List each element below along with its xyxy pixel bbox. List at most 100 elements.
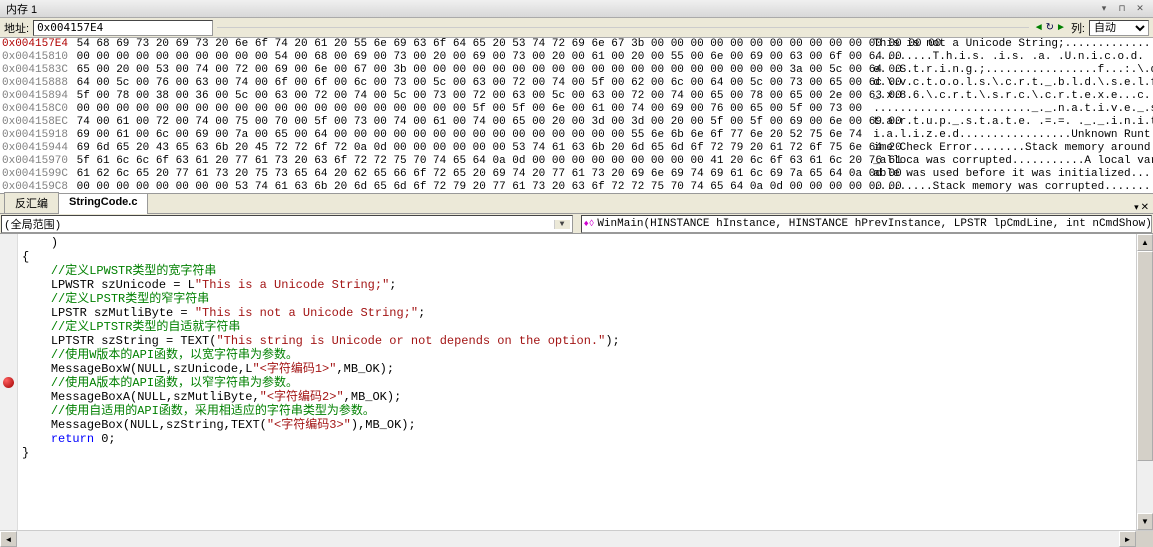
address-spacer [217, 27, 1029, 28]
hex-bytes: 00 00 00 00 00 00 00 00 53 74 61 63 6b 2… [70, 181, 860, 194]
address-bar: 地址: ◄ ↻ ► 列: 自动 [0, 18, 1153, 38]
hex-ascii: able was used before it was initialized.… [860, 168, 1153, 181]
hex-ascii: e. .S.t.r.i.n.g.;.................f...:.… [860, 64, 1153, 77]
scroll-right-icon[interactable]: ► [1119, 531, 1136, 547]
hex-row[interactable]: 0x00415944 69 6d 65 20 43 65 63 6b 20 45… [2, 142, 1151, 155]
code-line: //定义LPSTR类型的窄字符串 [22, 292, 1132, 306]
memory-window: 内存 1 ▾ ⊓ ✕ 地址: ◄ ↻ ► 列: 自动 0x004157E4 54… [0, 0, 1153, 547]
hex-ascii: _.x.8.6.\.c.r.t.\.s.r.c.\.c.r.t.e.x.e...… [860, 90, 1153, 103]
hex-ascii: d.\.v.c.t.o.o.l.s.\.c.r.t._.b.l.d.\.s.e.… [860, 77, 1153, 90]
scroll-corner [1136, 531, 1153, 547]
code-text[interactable]: ){ //定义LPWSTR类型的宽字符串 LPWSTR szUnicode = … [18, 234, 1136, 530]
hex-row[interactable]: 0x004157E4 54 68 69 73 20 69 73 20 6e 6f… [2, 38, 1151, 51]
hex-bytes: 00 00 00 00 00 00 00 00 00 00 00 00 00 0… [70, 103, 860, 116]
code-line: ) [22, 236, 1132, 250]
scroll-thumb[interactable] [1137, 251, 1153, 461]
hex-row[interactable]: 0x004158C0 00 00 00 00 00 00 00 00 00 00… [2, 103, 1151, 116]
refresh-icon[interactable]: ↻ [1045, 22, 1055, 33]
tab-close-icon[interactable]: ✕ [1141, 202, 1149, 213]
tab-controls: ▾ ✕ [1134, 202, 1153, 213]
scope-row: (全局范围) ▼ ♦⁠◊ WinMain(HINSTANCE hInstance… [0, 214, 1153, 234]
close-icon[interactable]: ✕ [1133, 3, 1147, 15]
code-gutter[interactable] [0, 234, 18, 530]
code-line: MessageBox(NULL,szString,TEXT("<字符编码3>")… [22, 418, 1132, 432]
hex-bytes: 5f 61 6c 6c 6f 63 61 20 77 61 73 20 63 6… [70, 155, 860, 168]
hex-ascii: i.a.l.i.z.e.d.................Unknown Ru… [860, 129, 1151, 142]
hex-address: 0x00415970 [2, 155, 70, 168]
function-value: WinMain(HINSTANCE hInstance, HINSTANCE h… [597, 218, 1152, 230]
hex-row[interactable]: 0x00415894 5f 00 78 00 38 00 36 00 5c 00… [2, 90, 1151, 103]
hex-address: 0x00415888 [2, 77, 70, 90]
code-line: return 0; [22, 432, 1132, 446]
hex-row[interactable]: 0x004159C8 00 00 00 00 00 00 00 00 53 74… [2, 181, 1151, 194]
hex-ascii: _alloca was corrupted...........A local … [860, 155, 1153, 168]
hex-row[interactable]: 0x0041599C 61 62 6c 65 20 77 61 73 20 75… [2, 168, 1151, 181]
hex-bytes: 69 6d 65 20 43 65 63 6b 20 45 72 72 6f 7… [70, 142, 860, 155]
window-title: 内存 1 [6, 1, 37, 17]
code-line: //使用A版本的API函数，以窄字符串为参数。 [22, 376, 1132, 390]
hex-row[interactable]: 0x00415970 5f 61 6c 6c 6f 63 61 20 77 61… [2, 155, 1151, 168]
hex-address: 0x004158C0 [2, 103, 70, 116]
tab-stringcodec[interactable]: StringCode.c [58, 193, 148, 214]
tab-dropdown-icon[interactable]: ▾ [1134, 202, 1139, 213]
scroll-track[interactable] [1137, 251, 1153, 513]
function-bullet-icon: ♦⁠◊ [584, 219, 595, 229]
scroll-left-icon[interactable]: ◄ [0, 531, 17, 547]
code-line: { [22, 250, 1132, 264]
breakpoint-icon[interactable] [3, 377, 14, 388]
hex-ascii: ........................_._.n.a.t.i.v.e.… [860, 103, 1153, 116]
code-line: LPWSTR szUnicode = L"This is a Unicode S… [22, 278, 1132, 292]
code-line: LPSTR szMutliByte = "This is not a Unico… [22, 306, 1132, 320]
code-line: MessageBoxA(NULL,szMutliByte,"<字符编码2>",M… [22, 390, 1132, 404]
code-line: //使用W版本的API函数，以宽字符串为参数。 [22, 348, 1132, 362]
hex-ascii: ime Check Error........Stack memory arou… [860, 142, 1153, 155]
hex-ascii: .........T.h.i.s. .i.s. .a. .U.n.i.c.o.d… [860, 51, 1151, 64]
code-line: //使用自适用的API函数，采用相适应的字符串类型为参数。 [22, 404, 1132, 418]
code-line: MessageBoxW(NULL,szUnicode,L"<字符编码1>",MB… [22, 362, 1132, 376]
hex-bytes: 69 00 61 00 6c 00 69 00 7a 00 65 00 64 0… [70, 129, 860, 142]
tab-[interactable]: 反汇编 [4, 192, 59, 213]
hex-bytes: 00 00 00 00 00 00 00 00 00 00 54 00 68 0… [70, 51, 860, 64]
titlebar: 内存 1 ▾ ⊓ ✕ [0, 0, 1153, 18]
code-line: LPTSTR szString = TEXT("This string is U… [22, 334, 1132, 348]
code-line: //定义LPWSTR类型的宽字符串 [22, 264, 1132, 278]
code-line: //定义LPTSTR类型的自适就字符串 [22, 320, 1132, 334]
column-label: 列: [1071, 20, 1085, 36]
window-controls: ▾ ⊓ ✕ [1097, 3, 1147, 15]
hex-address: 0x00415894 [2, 90, 70, 103]
hex-address: 0x004157E4 [2, 38, 70, 51]
hex-bytes: 5f 00 78 00 38 00 36 00 5c 00 63 00 72 0… [70, 90, 860, 103]
hex-address: 0x00415810 [2, 51, 70, 64]
horizontal-scrollbar[interactable]: ◄ ► [0, 530, 1153, 547]
hex-row[interactable]: 0x00415888 64 00 5c 00 76 00 63 00 74 00… [2, 77, 1151, 90]
chevron-down-icon[interactable]: ▼ [554, 220, 570, 229]
hex-address: 0x004158EC [2, 116, 70, 129]
scroll-up-icon[interactable]: ▲ [1137, 234, 1153, 251]
hex-row[interactable]: 0x0041583C 65 00 20 00 53 00 74 00 72 00… [2, 64, 1151, 77]
address-label: 地址: [4, 20, 29, 36]
hex-ascii: .........Stack memory was corrupted.....… [860, 181, 1153, 194]
nav-back-icon[interactable]: ◄ [1033, 22, 1045, 33]
vertical-scrollbar[interactable]: ▲ ▼ [1136, 234, 1153, 530]
hex-bytes: 61 62 6c 65 20 77 61 73 20 75 73 65 64 2… [70, 168, 860, 181]
hex-dump-panel[interactable]: 0x004157E4 54 68 69 73 20 69 73 20 6e 6f… [0, 38, 1153, 194]
hex-row[interactable]: 0x004158EC 74 00 61 00 72 00 74 00 75 00… [2, 116, 1151, 129]
function-select[interactable]: ♦⁠◊ WinMain(HINSTANCE hInstance, HINSTAN… [581, 215, 1153, 233]
hex-address: 0x00415918 [2, 129, 70, 142]
dropdown-icon[interactable]: ▾ [1097, 3, 1111, 15]
scroll-down-icon[interactable]: ▼ [1137, 513, 1153, 530]
hex-bytes: 54 68 69 73 20 69 73 20 6e 6f 74 20 61 2… [70, 38, 860, 51]
hex-row[interactable]: 0x00415918 69 00 61 00 6c 00 69 00 7a 00… [2, 129, 1151, 142]
hex-row[interactable]: 0x00415810 00 00 00 00 00 00 00 00 00 00… [2, 51, 1151, 64]
address-input[interactable] [33, 20, 213, 36]
column-select[interactable]: 自动 [1089, 20, 1149, 36]
nav-forward-icon[interactable]: ► [1055, 22, 1067, 33]
hex-address: 0x0041599C [2, 168, 70, 181]
scope-select[interactable]: (全局范围) ▼ [1, 215, 573, 233]
hex-ascii: This is not a Unicode String;...........… [860, 38, 1153, 51]
scroll-track-h[interactable] [17, 531, 1119, 547]
scope-value: (全局范围) [4, 216, 61, 232]
hex-bytes: 64 00 5c 00 76 00 63 00 74 00 6f 00 6f 0… [70, 77, 860, 90]
hex-bytes: 74 00 61 00 72 00 74 00 75 00 70 00 5f 0… [70, 116, 860, 129]
pin-icon[interactable]: ⊓ [1115, 3, 1129, 15]
